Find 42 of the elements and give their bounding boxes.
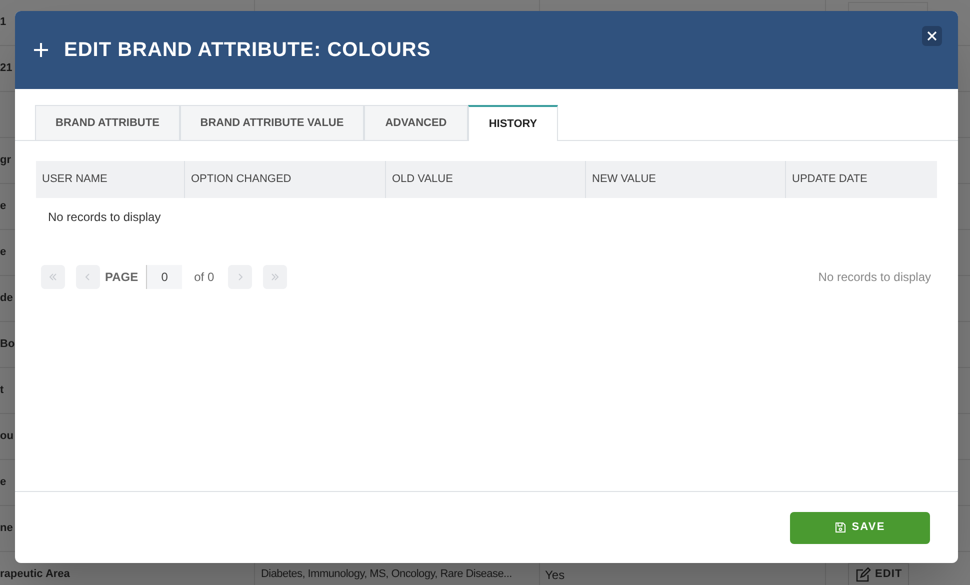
pager-button[interactable] bbox=[263, 265, 288, 289]
table-cell-text: 21 bbox=[0, 61, 12, 76]
column-header: NEW VALUE bbox=[586, 161, 786, 198]
column-header: UPDATE DATE bbox=[791, 172, 868, 188]
table-cell-text: e bbox=[0, 475, 6, 490]
left-chevron-icon bbox=[84, 273, 92, 281]
page-input[interactable]: 0 bbox=[146, 265, 182, 289]
table-cell-text: rapeutic Area bbox=[0, 567, 70, 582]
table-cell-text: ne bbox=[0, 521, 13, 536]
modal-title: EDIT BRAND ATTRIBUTE: COLOURS bbox=[64, 38, 431, 63]
close-button[interactable] bbox=[922, 26, 942, 46]
table-cell-text: gr bbox=[0, 153, 11, 168]
page-count: of 0 bbox=[194, 269, 214, 286]
pager-button[interactable] bbox=[76, 265, 100, 289]
column-header: OPTION CHANGED bbox=[185, 161, 386, 198]
table-cell-text: e bbox=[0, 199, 6, 214]
tab[interactable]: HISTORY bbox=[468, 105, 558, 141]
column-header: USER NAME bbox=[36, 161, 185, 198]
table-cell-text: ou bbox=[0, 429, 14, 444]
pager-button[interactable] bbox=[228, 265, 252, 289]
tab[interactable]: BRAND ATTRIBUTE VALUE bbox=[180, 105, 364, 140]
pager-button[interactable] bbox=[41, 265, 65, 289]
close-icon bbox=[927, 31, 937, 41]
table-cell-text: Diabetes, Immunology, MS, Oncology, Rare Disease... bbox=[261, 567, 512, 582]
table-cell-text: 1 bbox=[0, 15, 6, 30]
page-label: PAGE bbox=[105, 269, 138, 286]
empty-message: No records to display bbox=[48, 209, 161, 226]
plus-icon bbox=[33, 42, 49, 58]
double-right-chevron-icon bbox=[271, 273, 280, 281]
tab[interactable]: BRAND ATTRIBUTE bbox=[35, 105, 180, 140]
save-button[interactable]: SAVE bbox=[790, 512, 930, 544]
table-cell-text: e bbox=[0, 245, 6, 260]
right-chevron-icon bbox=[236, 273, 244, 281]
table-cell-text: de bbox=[0, 291, 13, 306]
table-cell-text: Yes bbox=[545, 566, 565, 584]
table-cell-text: t bbox=[0, 383, 4, 398]
table-cell-text: Bo bbox=[0, 337, 15, 352]
tab[interactable]: ADVANCED bbox=[364, 105, 468, 140]
edit-icon bbox=[855, 566, 871, 582]
column-header: OLD VALUE bbox=[386, 161, 586, 198]
pager-status: No records to display bbox=[818, 269, 931, 286]
double-left-chevron-icon bbox=[49, 273, 57, 281]
